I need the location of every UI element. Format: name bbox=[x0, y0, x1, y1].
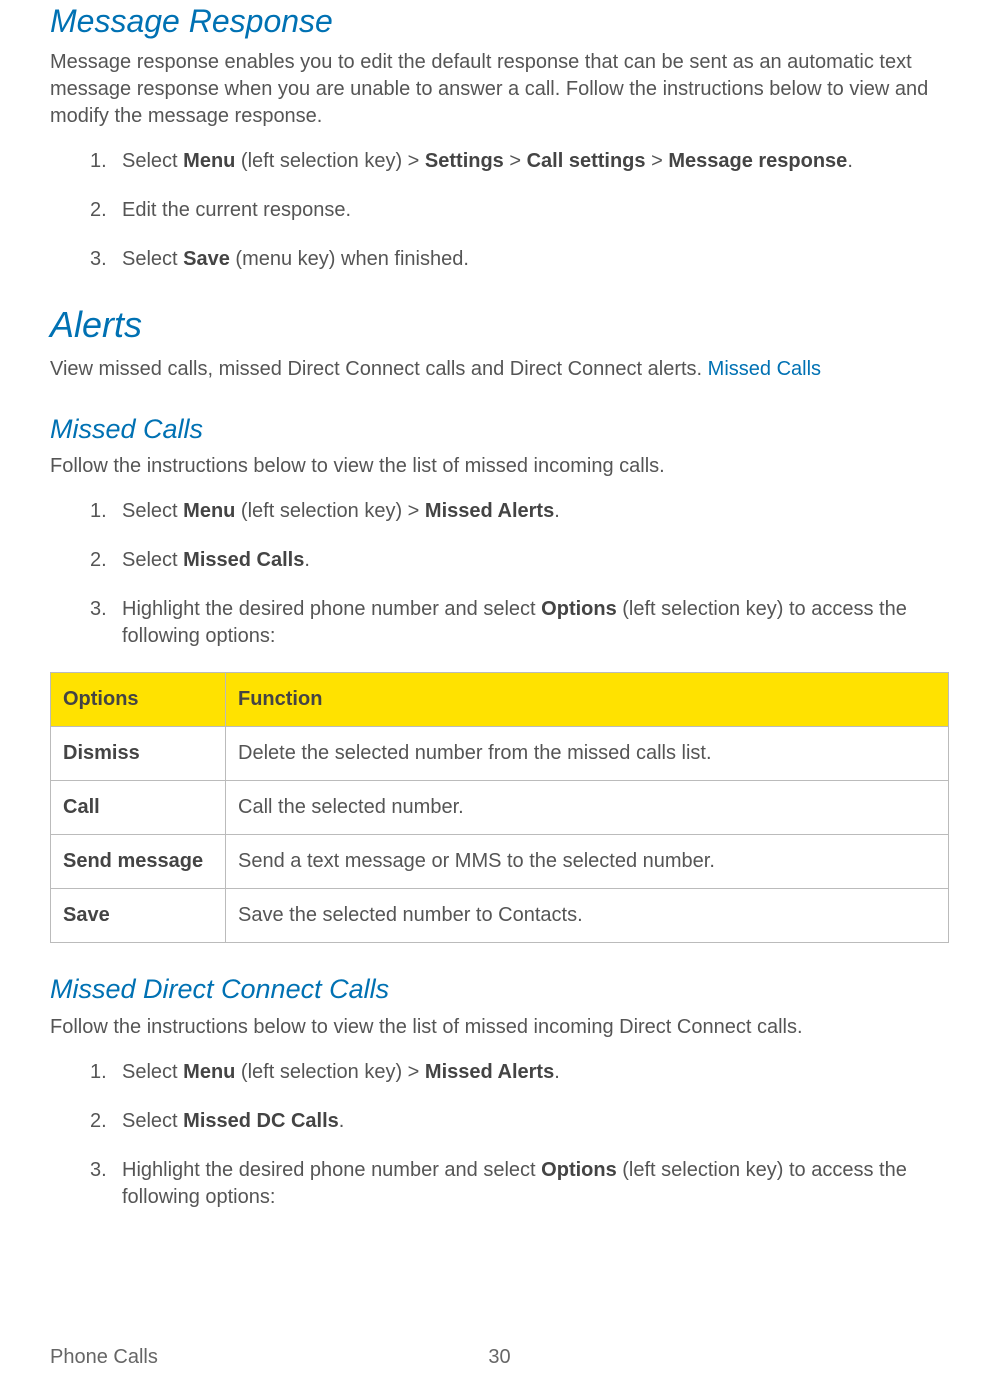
bold-text: Missed Alerts bbox=[425, 1061, 554, 1083]
table-row: Send message Send a text message or MMS … bbox=[51, 835, 949, 889]
bold-text: Options bbox=[541, 1159, 617, 1181]
list-item: Select Menu (left selection key) > Setti… bbox=[90, 148, 949, 175]
list-item: Highlight the desired phone number and s… bbox=[90, 1157, 949, 1211]
text: (menu key) when finished. bbox=[230, 248, 469, 270]
page-content: Message Response Message response enable… bbox=[0, 0, 999, 1211]
text: (left selection key) > bbox=[235, 150, 425, 172]
bold-text: Menu bbox=[183, 1061, 235, 1083]
list-item: Highlight the desired phone number and s… bbox=[90, 596, 949, 650]
table-row: Save Save the selected number to Contact… bbox=[51, 889, 949, 943]
list-item: Select Missed DC Calls. bbox=[90, 1108, 949, 1135]
text: (left selection key) > bbox=[235, 1061, 425, 1083]
footer-section: Phone Calls bbox=[50, 1346, 158, 1368]
text: Select bbox=[122, 500, 183, 522]
heading-missed-dc-calls: Missed Direct Connect Calls bbox=[50, 971, 949, 1007]
bold-text: Call settings bbox=[527, 150, 646, 172]
text: . bbox=[339, 1110, 345, 1132]
bold-text: Missed Calls bbox=[183, 549, 304, 571]
bold-text: Menu bbox=[183, 500, 235, 522]
bold-text: Message response bbox=[668, 150, 847, 172]
heading-message-response: Message Response bbox=[50, 0, 949, 43]
table-cell-function: Send a text message or MMS to the select… bbox=[226, 835, 949, 889]
list-item: Select Save (menu key) when finished. bbox=[90, 246, 949, 273]
text: Highlight the desired phone number and s… bbox=[122, 1159, 541, 1181]
heading-alerts: Alerts bbox=[50, 301, 949, 350]
intro-alerts: View missed calls, missed Direct Connect… bbox=[50, 356, 949, 383]
intro-missed-dc-calls: Follow the instructions below to view th… bbox=[50, 1014, 949, 1041]
list-item: Edit the current response. bbox=[90, 197, 949, 224]
footer: Phone Calls 30 bbox=[50, 1344, 949, 1371]
table-cell-function: Call the selected number. bbox=[226, 781, 949, 835]
bold-text: Settings bbox=[425, 150, 504, 172]
table-cell-option: Send message bbox=[51, 835, 226, 889]
bold-text: Save bbox=[183, 248, 230, 270]
list-missed-dc-calls: Select Menu (left selection key) > Misse… bbox=[90, 1059, 949, 1211]
heading-missed-calls: Missed Calls bbox=[50, 411, 949, 447]
text: Edit the current response. bbox=[122, 199, 351, 221]
table-header-row: Options Function bbox=[51, 673, 949, 727]
text: > bbox=[504, 150, 527, 172]
text: (left selection key) > bbox=[235, 500, 425, 522]
link-missed-calls[interactable]: Missed Calls bbox=[708, 358, 821, 380]
table-cell-function: Save the selected number to Contacts. bbox=[226, 889, 949, 943]
footer-page-number: 30 bbox=[488, 1344, 510, 1371]
bold-text: Options bbox=[541, 598, 617, 620]
text: . bbox=[847, 150, 853, 172]
text: View missed calls, missed Direct Connect… bbox=[50, 358, 708, 380]
list-item: Select Menu (left selection key) > Misse… bbox=[90, 1059, 949, 1086]
table-row: Call Call the selected number. bbox=[51, 781, 949, 835]
text: > bbox=[646, 150, 669, 172]
table-cell-function: Delete the selected number from the miss… bbox=[226, 727, 949, 781]
intro-message-response: Message response enables you to edit the… bbox=[50, 49, 949, 130]
text: . bbox=[554, 1061, 560, 1083]
text: Select bbox=[122, 150, 183, 172]
list-missed-calls: Select Menu (left selection key) > Misse… bbox=[90, 498, 949, 650]
bold-text: Missed Alerts bbox=[425, 500, 554, 522]
table-row: Dismiss Delete the selected number from … bbox=[51, 727, 949, 781]
bold-text: Missed DC Calls bbox=[183, 1110, 339, 1132]
text: Select bbox=[122, 1110, 183, 1132]
list-message-response: Select Menu (left selection key) > Setti… bbox=[90, 148, 949, 273]
text: Select bbox=[122, 1061, 183, 1083]
list-item: Select Menu (left selection key) > Misse… bbox=[90, 498, 949, 525]
text: Highlight the desired phone number and s… bbox=[122, 598, 541, 620]
table-header: Function bbox=[226, 673, 949, 727]
table-header: Options bbox=[51, 673, 226, 727]
table-cell-option: Save bbox=[51, 889, 226, 943]
table-cell-option: Dismiss bbox=[51, 727, 226, 781]
intro-missed-calls: Follow the instructions below to view th… bbox=[50, 453, 949, 480]
text: . bbox=[304, 549, 310, 571]
text: Select bbox=[122, 549, 183, 571]
options-table: Options Function Dismiss Delete the sele… bbox=[50, 672, 949, 943]
bold-text: Menu bbox=[183, 150, 235, 172]
table-cell-option: Call bbox=[51, 781, 226, 835]
text: Select bbox=[122, 248, 183, 270]
text: . bbox=[554, 500, 560, 522]
list-item: Select Missed Calls. bbox=[90, 547, 949, 574]
